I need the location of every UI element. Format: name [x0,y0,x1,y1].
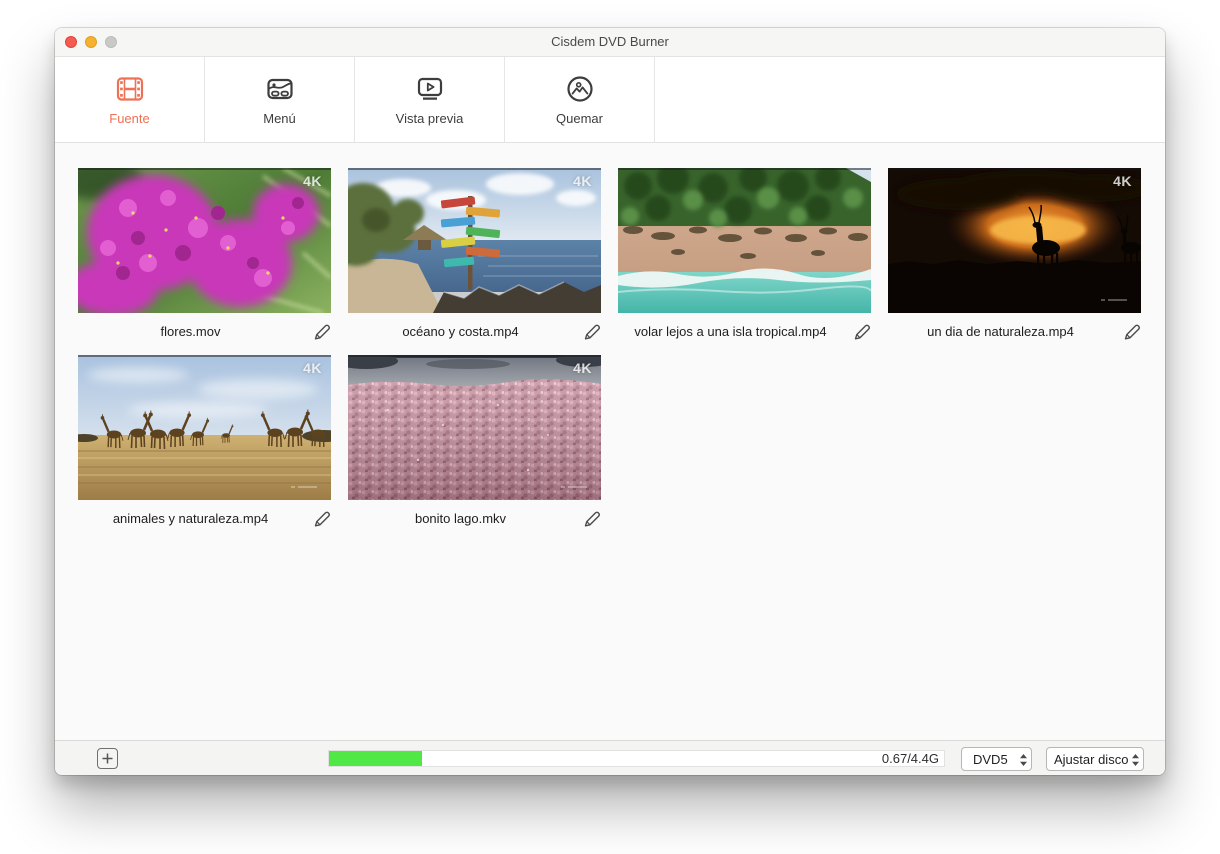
plus-icon [102,753,113,764]
burn-image-icon [565,74,595,104]
video-tile[interactable]: 4K flores.mov [78,168,331,341]
title-bar[interactable]: Cisdem DVD Burner [55,28,1165,57]
edit-pencil-icon[interactable] [843,321,871,341]
fit-disc-label: Ajustar disco [1054,752,1128,767]
tab-label: Quemar [556,111,603,126]
badge-4k: 4K [303,360,322,376]
tab-menu[interactable]: Menú [205,57,355,142]
video-filename: flores.mov [78,324,303,339]
badge-4k: 4K [573,360,592,376]
disc-usage-progress: 0.67/4.4G [328,750,945,767]
menu-template-icon [265,74,295,104]
edit-pencil-icon[interactable] [573,508,601,528]
badge-4k: 4K [303,173,322,189]
stepper-arrows-icon [1019,753,1028,767]
edit-pencil-icon[interactable] [1113,321,1141,341]
edit-pencil-icon[interactable] [573,321,601,341]
video-thumbnail-flamingo-lake[interactable]: 4K [348,355,601,500]
giraffes-art [78,355,331,500]
tropical-art [618,168,871,313]
video-filename: océano y costa.mp4 [348,324,573,339]
tab-vista-previa[interactable]: Vista previa [355,57,505,142]
toolbar-spacer [655,57,1165,142]
video-tile[interactable]: 4K un dia de naturaleza.mp4 [888,168,1141,341]
zoom-button [105,36,117,48]
fit-disc-select[interactable]: Ajustar disco [1046,747,1144,771]
coast-art [348,168,601,313]
video-grid: 4K flores.mov [55,143,1165,740]
video-caption: un dia de naturaleza.mp4 [888,321,1141,341]
video-caption: volar lejos a una isla tropical.mp4 [618,321,871,341]
sunset-art [888,168,1141,313]
stepper-arrows-icon [1131,753,1140,767]
video-thumbnail-giraffes[interactable]: 4K [78,355,331,500]
app-window: Cisdem DVD Burner Fuente [55,28,1165,775]
disc-type-value: DVD5 [973,752,1008,767]
video-caption: animales y naturaleza.mp4 [78,508,331,528]
video-tile[interactable]: volar lejos a una isla tropical.mp4 [618,168,871,341]
video-tile[interactable]: 4K bonito lago.mkv [348,355,601,528]
tab-fuente[interactable]: Fuente [55,57,205,142]
video-filename: volar lejos a una isla tropical.mp4 [618,324,843,339]
badge-4k: 4K [1113,173,1132,189]
capacity-text: 0.67/4.4G [882,751,939,766]
video-caption: océano y costa.mp4 [348,321,601,341]
tab-label: Menú [263,111,296,126]
minimize-button[interactable] [85,36,97,48]
video-filename: un dia de naturaleza.mp4 [888,324,1113,339]
badge-4k: 4K [573,173,592,189]
disc-type-select[interactable]: DVD5 [961,747,1032,771]
window-title: Cisdem DVD Burner [55,28,1165,56]
video-thumbnail-pink-flowers[interactable]: 4K [78,168,331,313]
video-thumbnail-savanna-sunset[interactable]: 4K [888,168,1141,313]
tab-label: Fuente [109,111,149,126]
close-button[interactable] [65,36,77,48]
video-thumbnail-tropical-beach[interactable] [618,168,871,313]
video-filename: animales y naturaleza.mp4 [78,511,303,526]
edit-pencil-icon[interactable] [303,508,331,528]
video-filename: bonito lago.mkv [348,511,573,526]
video-tile[interactable]: 4K océano y costa.mp4 [348,168,601,341]
video-tile[interactable]: 4K animales y naturaleza.mp4 [78,355,331,528]
film-strip-icon [115,74,145,104]
video-thumbnail-coast-signpost[interactable]: 4K [348,168,601,313]
flamingos-art [348,355,601,500]
traffic-lights [65,36,117,48]
tab-label: Vista previa [396,111,464,126]
video-caption: bonito lago.mkv [348,508,601,528]
add-video-button[interactable] [97,748,118,769]
disc-usage-progress-fill [329,751,422,766]
main-toolbar: Fuente Menú Vista previa [55,57,1165,143]
video-caption: flores.mov [78,321,331,341]
tab-quemar[interactable]: Quemar [505,57,655,142]
flowers-art [78,168,331,313]
video-preview-icon [415,74,445,104]
edit-pencil-icon[interactable] [303,321,331,341]
status-bar: 0.67/4.4G DVD5 Ajustar disco [55,740,1165,775]
